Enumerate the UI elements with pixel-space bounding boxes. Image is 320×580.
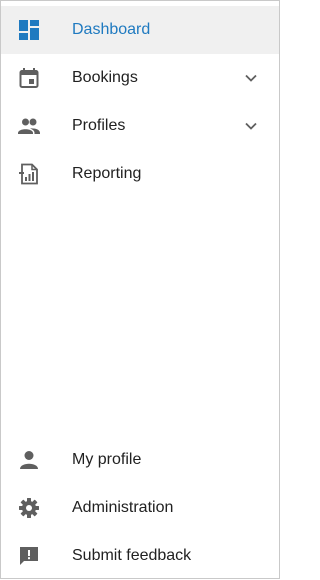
person-icon xyxy=(18,449,40,471)
sidebar-item-label: Administration xyxy=(72,499,174,516)
chevron-down-icon[interactable] xyxy=(242,69,260,87)
sidebar-item-label: My profile xyxy=(72,451,142,468)
gear-icon xyxy=(18,497,40,519)
chevron-down-icon[interactable] xyxy=(242,117,260,135)
sidebar-item-my-profile[interactable]: My profile xyxy=(1,436,279,484)
sidebar-nav: Dashboard Bookings Profiles Reporting My… xyxy=(0,0,280,579)
feedback-icon xyxy=(18,545,40,567)
sidebar-item-label: Profiles xyxy=(72,117,126,134)
sidebar-item-label: Dashboard xyxy=(72,21,151,38)
sidebar-item-submit-feedback[interactable]: Submit feedback xyxy=(1,532,279,580)
people-icon xyxy=(18,115,40,137)
calendar-icon xyxy=(18,67,40,89)
sidebar-item-profiles[interactable]: Profiles xyxy=(1,102,279,150)
sidebar-item-label: Reporting xyxy=(72,165,142,182)
sidebar-item-reporting[interactable]: Reporting xyxy=(1,150,279,198)
report-icon xyxy=(18,163,40,185)
dashboard-icon xyxy=(18,19,40,41)
sidebar-item-bookings[interactable]: Bookings xyxy=(1,54,279,102)
sidebar-item-label: Submit feedback xyxy=(72,547,192,564)
sidebar-item-label: Bookings xyxy=(72,69,138,86)
sidebar-item-dashboard[interactable]: Dashboard xyxy=(1,6,279,54)
sidebar-item-administration[interactable]: Administration xyxy=(1,484,279,532)
